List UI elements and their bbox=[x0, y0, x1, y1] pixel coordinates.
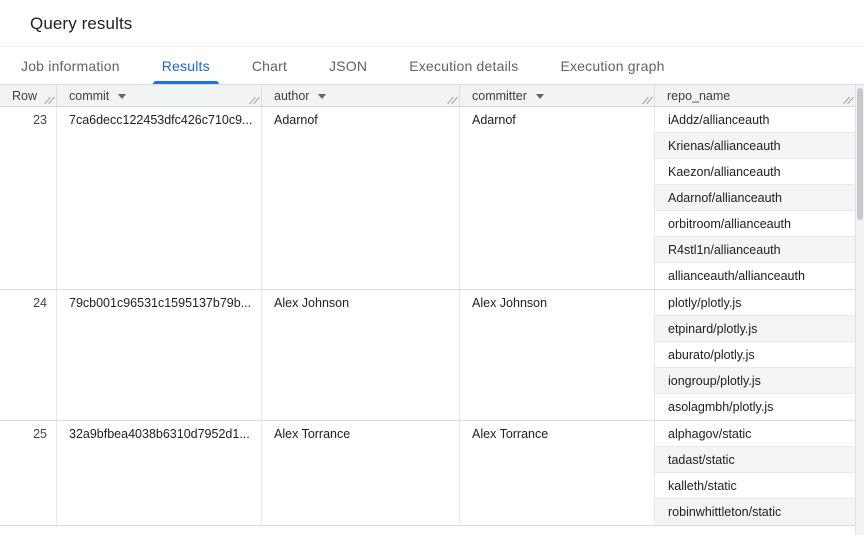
column-menu-arrow-icon[interactable] bbox=[318, 94, 326, 99]
table-body: 237ca6decc122453dfc426c710c9...AdarnofAd… bbox=[0, 107, 855, 526]
tab-json[interactable]: JSON bbox=[308, 47, 388, 84]
column-resize-handle[interactable] bbox=[447, 95, 458, 106]
repo-list-item: asolagmbh/plotly.js bbox=[655, 394, 855, 420]
table-row: 2532a9bfbea4038b6310d7952d1...Alex Torra… bbox=[0, 421, 855, 526]
repo-list-item: iAddz/allianceauth bbox=[655, 107, 855, 133]
author-cell: Alex Torrance bbox=[262, 421, 460, 525]
column-menu-arrow-icon[interactable] bbox=[536, 94, 544, 99]
repo-list-item: alphagov/static bbox=[655, 421, 855, 447]
column-header-row[interactable]: Row bbox=[0, 85, 57, 106]
column-menu-arrow-icon[interactable] bbox=[118, 94, 126, 99]
column-label: repo_name bbox=[667, 89, 730, 103]
page-title: Query results bbox=[30, 14, 864, 34]
column-label: Row bbox=[12, 89, 37, 103]
vertical-scrollbar[interactable] bbox=[855, 85, 864, 535]
repo-list-item: plotly/plotly.js bbox=[655, 290, 855, 316]
column-label: committer bbox=[472, 89, 527, 103]
column-header-repo-name[interactable]: repo_name bbox=[655, 85, 855, 106]
repo-name-cell: plotly/plotly.jsetpinard/plotly.jsaburat… bbox=[655, 290, 855, 420]
tab-execution-details[interactable]: Execution details bbox=[388, 47, 539, 84]
tab-bar: Job informationResultsChartJSONExecution… bbox=[0, 47, 864, 85]
repo-name-cell: alphagov/statictadast/statickalleth/stat… bbox=[655, 421, 855, 525]
author-cell: Alex Johnson bbox=[262, 290, 460, 420]
row-number: 25 bbox=[0, 421, 57, 525]
commit-cell: 32a9bfbea4038b6310d7952d1... bbox=[57, 421, 262, 525]
author-cell: Adarnof bbox=[262, 107, 460, 289]
repo-list-item: allianceauth/allianceauth bbox=[655, 263, 855, 289]
repo-list-item: iongroup/plotly.js bbox=[655, 368, 855, 394]
table-row: 2479cb001c96531c1595137b79b...Alex Johns… bbox=[0, 290, 855, 421]
column-header-committer[interactable]: committer bbox=[460, 85, 655, 106]
committer-cell: Alex Johnson bbox=[460, 290, 655, 420]
column-header-commit[interactable]: commit bbox=[57, 85, 262, 106]
table-header-row: Row commit author committer bbox=[0, 85, 855, 107]
scrollbar-thumb[interactable] bbox=[857, 88, 863, 220]
panel-header: Query results bbox=[0, 0, 864, 47]
row-number: 24 bbox=[0, 290, 57, 420]
column-header-author[interactable]: author bbox=[262, 85, 460, 106]
query-results-panel: Query results Job informationResultsChar… bbox=[0, 0, 864, 535]
row-number: 23 bbox=[0, 107, 57, 289]
repo-list-item: tadast/static bbox=[655, 447, 855, 473]
repo-list-item: robinwhittleton/static bbox=[655, 499, 855, 525]
column-label: commit bbox=[69, 89, 109, 103]
results-table-area: Row commit author committer bbox=[0, 85, 864, 535]
repo-list-item: R4stl1n/allianceauth bbox=[655, 237, 855, 263]
committer-cell: Adarnof bbox=[460, 107, 655, 289]
repo-list-item: Adarnof/allianceauth bbox=[655, 185, 855, 211]
column-resize-handle[interactable] bbox=[249, 95, 260, 106]
tab-execution-graph[interactable]: Execution graph bbox=[539, 47, 685, 84]
commit-cell: 7ca6decc122453dfc426c710c9... bbox=[57, 107, 262, 289]
column-resize-handle[interactable] bbox=[44, 95, 55, 106]
table-row: 237ca6decc122453dfc426c710c9...AdarnofAd… bbox=[0, 107, 855, 290]
repo-list-item: orbitroom/allianceauth bbox=[655, 211, 855, 237]
repo-list-item: Kaezon/allianceauth bbox=[655, 159, 855, 185]
column-resize-handle[interactable] bbox=[843, 95, 854, 106]
repo-list-item: kalleth/static bbox=[655, 473, 855, 499]
tab-job-information[interactable]: Job information bbox=[0, 47, 141, 84]
column-label: author bbox=[274, 89, 309, 103]
committer-cell: Alex Torrance bbox=[460, 421, 655, 525]
tab-results[interactable]: Results bbox=[141, 47, 231, 84]
column-resize-handle[interactable] bbox=[642, 95, 653, 106]
repo-name-cell: iAddz/allianceauthKrienas/allianceauthKa… bbox=[655, 107, 855, 289]
repo-list-item: Krienas/allianceauth bbox=[655, 133, 855, 159]
results-table: Row commit author committer bbox=[0, 85, 855, 535]
tab-chart[interactable]: Chart bbox=[231, 47, 308, 84]
repo-list-item: aburato/plotly.js bbox=[655, 342, 855, 368]
repo-list-item: etpinard/plotly.js bbox=[655, 316, 855, 342]
commit-cell: 79cb001c96531c1595137b79b... bbox=[57, 290, 262, 420]
